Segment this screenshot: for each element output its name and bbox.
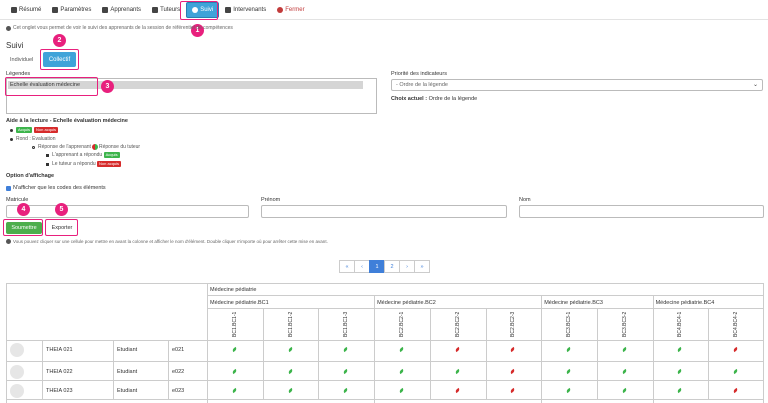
nom-label: Nom xyxy=(519,197,531,203)
info-message-table: Vous pouvez cliquer sur une cellule pour… xyxy=(6,239,328,244)
non-acquis-badge: Non acquis xyxy=(34,127,59,133)
highlight-box xyxy=(180,1,218,20)
nom-input[interactable] xyxy=(519,205,764,218)
tab-apprenants[interactable]: Apprenants xyxy=(97,2,146,18)
column-header[interactable]: BC4.BC4-2 xyxy=(733,312,739,337)
row-code: e021 xyxy=(172,347,185,353)
row-name: THEIA 021 xyxy=(46,347,73,353)
last-page-button[interactable]: » xyxy=(414,260,430,273)
tab-fermer[interactable]: Fermer xyxy=(272,2,309,18)
help-icon xyxy=(6,25,11,31)
column-header[interactable]: BC4.BC4-1 xyxy=(677,312,683,337)
tab-parametres[interactable]: Paramètres xyxy=(47,2,96,18)
choix-actuel: Choix actuel : Ordre de la légende xyxy=(391,96,478,102)
highlight-box xyxy=(5,77,98,96)
first-page-button[interactable]: « xyxy=(339,260,355,273)
next-page-button[interactable]: › xyxy=(399,260,415,273)
legend-rond-row: Rond : Evaluation xyxy=(10,136,55,142)
tab-resume[interactable]: Résumé xyxy=(6,2,46,18)
top-nav: Résumé Paramètres Apprenants Tuteurs Sui… xyxy=(0,0,768,20)
matricule-input[interactable] xyxy=(6,205,249,218)
column-header[interactable]: BC2.BC2-2 xyxy=(455,312,461,337)
block-header: Médecine pédiatrie.BC2 xyxy=(377,300,436,306)
section-title: Suivi xyxy=(6,41,24,50)
legend-tuteur-row: Le tuteur a répondu Non acquis xyxy=(46,161,123,167)
aide-title: Aide à la lecture - Echelle évaluation m… xyxy=(6,118,128,124)
row-name: THEIA 023 xyxy=(46,388,73,394)
prenom-input[interactable] xyxy=(261,205,507,218)
tab-intervenants[interactable]: Intervenants xyxy=(220,2,271,18)
avatar xyxy=(10,343,24,357)
group-header: Médecine pédiatrie xyxy=(210,287,257,293)
page-2-button[interactable]: 2 xyxy=(384,260,400,273)
legend-acquis-row: Acquis Non acquis xyxy=(10,127,60,133)
legend-apprenant-row: L'apprenant a répondu Acquis xyxy=(46,152,122,158)
column-header[interactable]: BC2.BC2-1 xyxy=(399,312,405,337)
acquis-badge: Acquis xyxy=(16,127,33,133)
block-header: Médecine pédiatrie.BC3 xyxy=(544,300,603,306)
chevron-down-icon: ⌄ xyxy=(752,82,758,88)
row-role: Etudiant xyxy=(117,369,138,375)
edit-icon xyxy=(52,6,59,13)
legend-reponse-row: Réponse de l'apprenant Réponse du tuteur xyxy=(32,144,140,150)
highlight-box xyxy=(3,219,43,236)
info-message: Cet onglet vous permet de voir le suivi … xyxy=(6,25,233,31)
dashboard-icon xyxy=(11,6,17,13)
user-icon xyxy=(152,6,159,13)
annotation-badge: 3 xyxy=(101,80,114,93)
page-1-button[interactable]: 1 xyxy=(369,260,385,273)
matricule-label: Matricule xyxy=(6,197,29,203)
row-role: Etudiant xyxy=(117,388,138,394)
column-header[interactable]: BC2.BC2-3 xyxy=(510,312,516,337)
prev-page-button[interactable]: ‹ xyxy=(354,260,370,273)
prenom-label: Prénom xyxy=(261,197,281,203)
avatar xyxy=(10,365,24,379)
checkbox-checked-icon[interactable] xyxy=(6,185,11,191)
close-icon xyxy=(277,6,284,13)
column-header[interactable]: BC3.BC3-2 xyxy=(622,312,628,337)
toggle-individual[interactable]: Individuel xyxy=(10,57,33,63)
avatar xyxy=(10,384,24,398)
row-code: e023 xyxy=(172,388,185,394)
user-icon xyxy=(225,6,232,13)
help-icon xyxy=(6,239,11,244)
column-header[interactable]: BC3.BC3-1 xyxy=(566,312,572,337)
annotation-badge: 2 xyxy=(53,34,66,47)
user-icon xyxy=(102,6,109,13)
highlight-box xyxy=(45,219,78,236)
priorite-select[interactable]: - Ordre de la légende ⌄ xyxy=(391,79,763,91)
row-role: Etudiant xyxy=(117,347,138,353)
column-header[interactable]: BC1.BC1-1 xyxy=(232,312,238,337)
block-header: Médecine pédiatrie.BC1 xyxy=(210,300,269,306)
highlight-box xyxy=(40,49,79,70)
block-header: Médecine pédiatrie.BC4 xyxy=(655,300,715,306)
column-header[interactable]: BC1.BC1-2 xyxy=(288,312,294,337)
split-circle-icon xyxy=(91,144,98,150)
row-name: THEIA 022 xyxy=(46,369,73,375)
row-code: e022 xyxy=(172,369,185,375)
annotation-badge: 5 xyxy=(55,203,68,216)
priorite-label: Priorité des indicateurs xyxy=(391,71,447,77)
annotation-badge: 4 xyxy=(17,203,30,216)
codes-only-checkbox[interactable]: N'afficher que les codes des éléments xyxy=(6,185,106,191)
pagination: « ‹ 1 2 › » xyxy=(339,260,430,273)
options-title: Option d'affichage xyxy=(6,173,55,179)
column-header[interactable]: BC1.BC1-3 xyxy=(343,312,349,337)
